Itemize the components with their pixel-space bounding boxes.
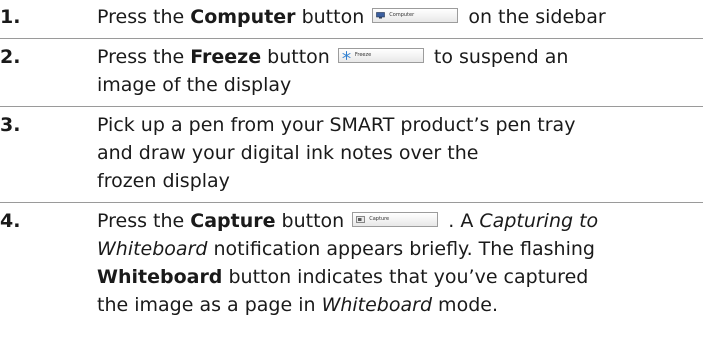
monitor-icon [376,12,386,19]
step-italic: Whiteboard [321,294,433,316]
step-text-part: Pick up a pen from your SMART product’s … [97,114,576,136]
step-text-part: button [261,46,336,68]
step-text-part: to suspend an [427,46,569,68]
step-emphasis: Capture [190,210,276,232]
step-italic: Capturing to [479,210,599,232]
step-emphasis: Whiteboard [97,266,223,288]
step-text-part: button [275,210,351,232]
divider [0,106,703,107]
step-text-part: Press the [97,6,191,28]
step-text: Pick up a pen from your SMART product’s … [97,111,697,195]
step-emphasis: Freeze [190,46,262,68]
step-text: Press the Freeze button Freeze to suspen… [97,43,697,99]
step-text-part: button indicates that you’ve captured [222,266,589,288]
step-italic: Whiteboard [97,238,208,260]
divider [0,38,703,39]
button-image-label: Computer [389,12,415,18]
freeze-button-image: Freeze [337,48,424,63]
step-text-part: Press the [97,210,191,232]
step-text: Press the Computer button Computer on th… [97,3,697,31]
button-image-label: Freeze [354,52,372,58]
step-text: Press the Capture button Capture . A Cap… [97,207,697,319]
step-number: 2. [0,46,21,68]
divider [0,202,703,203]
step-number: 1. [0,6,21,28]
step-text-part: and draw your digital ink notes over the [97,142,479,164]
step-number: 4. [0,210,21,232]
computer-button-image: Computer [372,8,459,23]
button-image-label: Capture [369,216,390,222]
step-text-part: frozen display [97,170,230,192]
step-number: 3. [0,114,21,136]
capture-button-image: Capture [352,212,439,227]
step-text-part: on the sidebar [462,6,606,28]
step-text-part: Press the [97,46,191,68]
step-text-part: mode. [432,294,498,316]
step-text-part: . A [442,210,480,232]
step-text-part: image of the display [97,74,292,96]
step-text-part: button [295,6,371,28]
camera-icon [356,216,366,223]
steps-list: 1. Press the Computer button Computer on… [0,0,703,348]
snowflake-icon [342,51,351,60]
step-text-part: notification appears briefly. The flashi… [207,238,595,260]
step-emphasis: Computer [190,6,296,28]
step-text-part: the image as a page in [97,294,322,316]
